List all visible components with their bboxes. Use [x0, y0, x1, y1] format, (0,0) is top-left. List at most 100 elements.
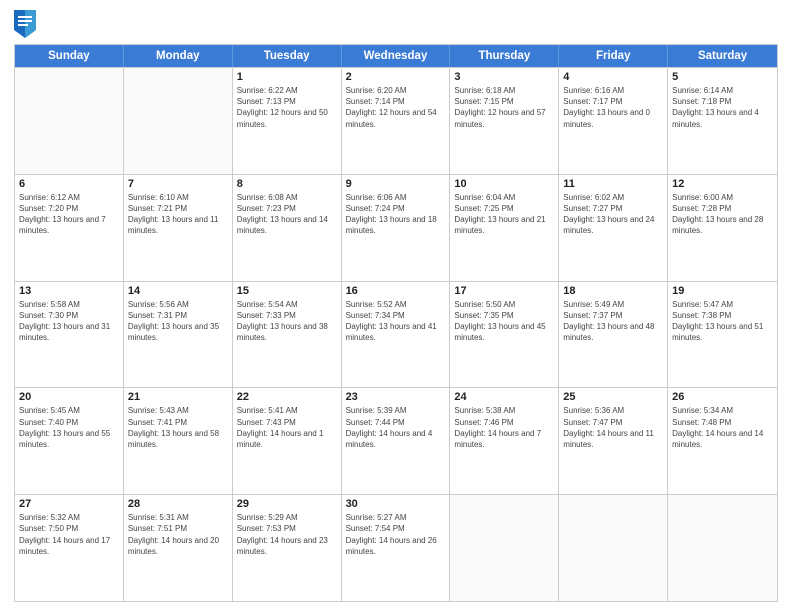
day-header-thursday: Thursday — [450, 45, 559, 67]
cell-date-number: 6 — [19, 178, 119, 190]
cell-date-number: 21 — [128, 391, 228, 403]
cal-cell: 1 Sunrise: 6:22 AMSunset: 7:13 PMDaylight… — [233, 68, 342, 174]
cell-date-number: 4 — [563, 71, 663, 83]
cal-cell: 23 Sunrise: 5:39 AMSunset: 7:44 PMDayligh… — [342, 388, 451, 494]
cell-date-number: 11 — [563, 178, 663, 190]
cell-info: Sunrise: 6:06 AMSunset: 7:24 PMDaylight:… — [346, 192, 446, 237]
week-row-2: 6 Sunrise: 6:12 AMSunset: 7:20 PMDaylight… — [15, 174, 777, 281]
cell-info: Sunrise: 5:39 AMSunset: 7:44 PMDaylight:… — [346, 405, 446, 450]
cell-date-number: 13 — [19, 285, 119, 297]
cal-cell: 2 Sunrise: 6:20 AMSunset: 7:14 PMDaylight… — [342, 68, 451, 174]
cell-info: Sunrise: 5:32 AMSunset: 7:50 PMDaylight:… — [19, 512, 119, 557]
calendar-header: SundayMondayTuesdayWednesdayThursdayFrid… — [15, 45, 777, 67]
cell-date-number: 24 — [454, 391, 554, 403]
cell-info: Sunrise: 5:31 AMSunset: 7:51 PMDaylight:… — [128, 512, 228, 557]
cal-cell: 12Sunrise: 6:00 AMSunset: 7:28 PMDayligh… — [668, 175, 777, 281]
cell-info: Sunrise: 5:43 AMSunset: 7:41 PMDaylight:… — [128, 405, 228, 450]
cal-cell: 9 Sunrise: 6:06 AMSunset: 7:24 PMDaylight… — [342, 175, 451, 281]
cal-cell: 15 Sunrise: 5:54 AMSunset: 7:33 PMDayligh… — [233, 282, 342, 388]
day-header-wednesday: Wednesday — [342, 45, 451, 67]
cell-date-number: 20 — [19, 391, 119, 403]
day-header-monday: Monday — [124, 45, 233, 67]
cell-info: Sunrise: 5:34 AMSunset: 7:48 PMDaylight:… — [672, 405, 773, 450]
cal-cell: 19 Sunrise: 5:47 AMSunset: 7:38 PMDayligh… — [668, 282, 777, 388]
week-row-3: 13 Sunrise: 5:58 AMSunset: 7:30 PMDayligh… — [15, 281, 777, 388]
logo-icon — [14, 10, 36, 38]
cell-info: Sunrise: 5:41 AMSunset: 7:43 PMDaylight:… — [237, 405, 337, 450]
cell-info: Sunrise: 5:58 AMSunset: 7:30 PMDaylight:… — [19, 299, 119, 344]
cell-date-number: 14 — [128, 285, 228, 297]
cell-date-number: 18 — [563, 285, 663, 297]
cell-info: Sunrise: 6:14 AMSunset: 7:18 PMDaylight:… — [672, 85, 773, 130]
cell-info: Sunrise: 5:50 AMSunset: 7:35 PMDaylight:… — [454, 299, 554, 344]
day-header-friday: Friday — [559, 45, 668, 67]
week-row-5: 27 Sunrise: 5:32 AMSunset: 7:50 PMDayligh… — [15, 494, 777, 601]
cal-cell: 4 Sunrise: 6:16 AMSunset: 7:17 PMDaylight… — [559, 68, 668, 174]
cell-date-number: 23 — [346, 391, 446, 403]
cell-date-number: 5 — [672, 71, 773, 83]
cell-info: Sunrise: 5:47 AMSunset: 7:38 PMDaylight:… — [672, 299, 773, 344]
calendar: SundayMondayTuesdayWednesdayThursdayFrid… — [14, 44, 778, 602]
cell-date-number: 7 — [128, 178, 228, 190]
cell-info: Sunrise: 6:12 AMSunset: 7:20 PMDaylight:… — [19, 192, 119, 237]
cell-date-number: 22 — [237, 391, 337, 403]
cell-date-number: 27 — [19, 498, 119, 510]
cell-date-number: 25 — [563, 391, 663, 403]
day-header-sunday: Sunday — [15, 45, 124, 67]
cell-date-number: 29 — [237, 498, 337, 510]
cell-info: Sunrise: 5:45 AMSunset: 7:40 PMDaylight:… — [19, 405, 119, 450]
cell-info: Sunrise: 5:49 AMSunset: 7:37 PMDaylight:… — [563, 299, 663, 344]
cal-cell: 25 Sunrise: 5:36 AMSunset: 7:47 PMDayligh… — [559, 388, 668, 494]
calendar-body: 1 Sunrise: 6:22 AMSunset: 7:13 PMDaylight… — [15, 67, 777, 601]
cell-info: Sunrise: 6:10 AMSunset: 7:21 PMDaylight:… — [128, 192, 228, 237]
cell-date-number: 15 — [237, 285, 337, 297]
cell-date-number: 17 — [454, 285, 554, 297]
cell-date-number: 2 — [346, 71, 446, 83]
cal-cell: 3 Sunrise: 6:18 AMSunset: 7:15 PMDaylight… — [450, 68, 559, 174]
cal-cell: 20 Sunrise: 5:45 AMSunset: 7:40 PMDayligh… — [15, 388, 124, 494]
cell-info: Sunrise: 5:38 AMSunset: 7:46 PMDaylight:… — [454, 405, 554, 450]
cell-info: Sunrise: 6:22 AMSunset: 7:13 PMDaylight:… — [237, 85, 337, 130]
cell-info: Sunrise: 6:20 AMSunset: 7:14 PMDaylight:… — [346, 85, 446, 130]
cal-cell: 24 Sunrise: 5:38 AMSunset: 7:46 PMDayligh… — [450, 388, 559, 494]
cal-cell — [559, 495, 668, 601]
cell-info: Sunrise: 6:18 AMSunset: 7:15 PMDaylight:… — [454, 85, 554, 130]
cal-cell: 16Sunrise: 5:52 AMSunset: 7:34 PMDayligh… — [342, 282, 451, 388]
cal-cell: 26 Sunrise: 5:34 AMSunset: 7:48 PMDayligh… — [668, 388, 777, 494]
cell-info: Sunrise: 6:00 AMSunset: 7:28 PMDaylight:… — [672, 192, 773, 237]
cell-date-number: 9 — [346, 178, 446, 190]
cal-cell: 10Sunrise: 6:04 AMSunset: 7:25 PMDayligh… — [450, 175, 559, 281]
day-header-tuesday: Tuesday — [233, 45, 342, 67]
cell-date-number: 19 — [672, 285, 773, 297]
cal-cell — [15, 68, 124, 174]
cal-cell: 27 Sunrise: 5:32 AMSunset: 7:50 PMDayligh… — [15, 495, 124, 601]
cal-cell: 30Sunrise: 5:27 AMSunset: 7:54 PMDayligh… — [342, 495, 451, 601]
cell-info: Sunrise: 5:27 AMSunset: 7:54 PMDaylight:… — [346, 512, 446, 557]
cal-cell: 7 Sunrise: 6:10 AMSunset: 7:21 PMDaylight… — [124, 175, 233, 281]
cell-date-number: 1 — [237, 71, 337, 83]
cell-info: Sunrise: 5:36 AMSunset: 7:47 PMDaylight:… — [563, 405, 663, 450]
cell-info: Sunrise: 6:04 AMSunset: 7:25 PMDaylight:… — [454, 192, 554, 237]
cell-info: Sunrise: 6:02 AMSunset: 7:27 PMDaylight:… — [563, 192, 663, 237]
cell-date-number: 28 — [128, 498, 228, 510]
cell-info: Sunrise: 5:54 AMSunset: 7:33 PMDaylight:… — [237, 299, 337, 344]
cal-cell — [124, 68, 233, 174]
cal-cell: 22 Sunrise: 5:41 AMSunset: 7:43 PMDayligh… — [233, 388, 342, 494]
cal-cell: 18 Sunrise: 5:49 AMSunset: 7:37 PMDayligh… — [559, 282, 668, 388]
cell-info: Sunrise: 6:16 AMSunset: 7:17 PMDaylight:… — [563, 85, 663, 130]
cal-cell: 6 Sunrise: 6:12 AMSunset: 7:20 PMDaylight… — [15, 175, 124, 281]
day-header-saturday: Saturday — [668, 45, 777, 67]
cell-date-number: 26 — [672, 391, 773, 403]
cal-cell — [450, 495, 559, 601]
cal-cell: 29 Sunrise: 5:29 AMSunset: 7:53 PMDayligh… — [233, 495, 342, 601]
cal-cell: 11 Sunrise: 6:02 AMSunset: 7:27 PMDayligh… — [559, 175, 668, 281]
cell-date-number: 3 — [454, 71, 554, 83]
week-row-4: 20 Sunrise: 5:45 AMSunset: 7:40 PMDayligh… — [15, 387, 777, 494]
cal-cell: 8Sunrise: 6:08 AMSunset: 7:23 PMDaylight… — [233, 175, 342, 281]
cal-cell: 5 Sunrise: 6:14 AMSunset: 7:18 PMDaylight… — [668, 68, 777, 174]
cal-cell — [668, 495, 777, 601]
cell-info: Sunrise: 5:29 AMSunset: 7:53 PMDaylight:… — [237, 512, 337, 557]
week-row-1: 1 Sunrise: 6:22 AMSunset: 7:13 PMDaylight… — [15, 67, 777, 174]
header — [14, 10, 778, 38]
cell-date-number: 16 — [346, 285, 446, 297]
